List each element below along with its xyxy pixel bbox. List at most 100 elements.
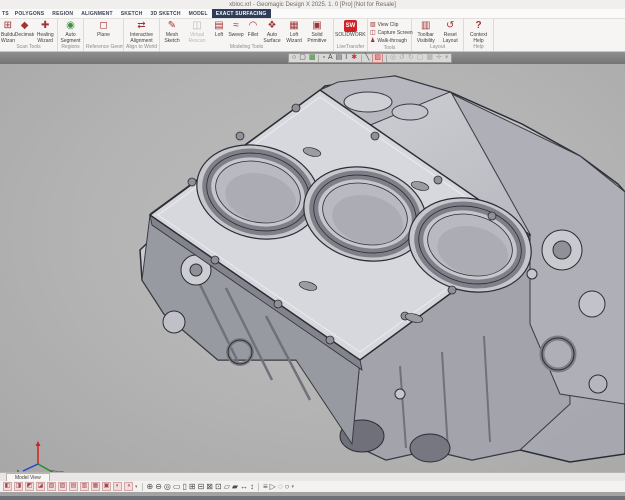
loft-wizard-button[interactable]: ▦ Loft Wizard — [283, 20, 305, 44]
view-back-icon[interactable]: ⊟ — [198, 482, 205, 491]
play-animation-icon[interactable]: ▷ — [270, 482, 276, 491]
loft-wizard-icon: ▦ — [289, 20, 298, 32]
buildup-wizard-button[interactable]: ⊞ Buildup Wizard — [1, 20, 15, 44]
auto-segment-button[interactable]: ◉ Auto Segment — [59, 20, 82, 44]
free-select-icon[interactable]: ▫ — [322, 54, 324, 62]
loft-button[interactable]: ▤ Loft — [211, 20, 227, 38]
walk-through-icon: ♟ — [370, 38, 375, 45]
view-left-icon[interactable]: ⊠ — [206, 482, 213, 491]
tab-polygons[interactable]: POLYGONS — [11, 9, 48, 18]
toolbar-divider — [142, 483, 143, 491]
engine-block-model[interactable] — [100, 64, 625, 472]
tab-region[interactable]: REGION — [48, 9, 77, 18]
fillet-button[interactable]: ◠ Fillet — [245, 20, 261, 38]
zoom-out-icon[interactable]: ⊖ — [155, 482, 162, 491]
bearing-arch — [410, 434, 450, 462]
view-clip-button[interactable]: ▧ View Clip — [370, 21, 409, 29]
view-right-icon[interactable]: ⊡ — [215, 482, 222, 491]
window-edge-strip — [0, 496, 625, 500]
selection-toolbar-band: ○ ▢ ▩ ▫ A ▤ I ✱ ╲ ▨ ◎ ↺ ↻ ▢ ▦ ✛ ▾ — [0, 52, 625, 64]
frame-view-icon: ▢ — [417, 54, 424, 62]
solidworks-button[interactable]: SW SOLIDWORKS — [335, 20, 366, 38]
tab-sketch[interactable]: SKETCH — [117, 9, 147, 18]
3d-viewport[interactable]: 70mm — [0, 64, 625, 472]
region-paint-icon[interactable]: ▨ — [372, 53, 383, 63]
more-dropdown-icon[interactable]: ▾ — [291, 484, 294, 490]
interactive-alignment-button[interactable]: ⇄ Interactive Alignment — [125, 20, 158, 44]
paint-select-icon[interactable]: ▩ — [309, 54, 316, 62]
tab-alignment[interactable]: ALIGNMENT — [77, 9, 117, 18]
shaded-edges-mode-icon[interactable]: ◪ — [36, 482, 45, 491]
group-modeling-tools: ✎ Mesh Sketch ◫ Virtual Rescan ▤ Loft ≈ … — [160, 19, 334, 51]
capture-screen-button[interactable]: ◫ Capture Screen — [370, 29, 409, 37]
view-top-icon[interactable]: ▱ — [224, 482, 230, 491]
auto-surface-button[interactable]: ❖ Auto Surface — [261, 20, 283, 44]
group-scan-tools: ⊞ Buildup Wizard ◆ Decimate ✚ Healing Wi… — [0, 19, 58, 51]
rectangle-select-icon[interactable]: ▢ — [299, 54, 306, 62]
plane-select-icon[interactable]: ▤ — [336, 54, 343, 62]
zoom-fit-icon[interactable]: ◎ — [164, 482, 171, 491]
buildup-wizard-icon: ⊞ — [4, 20, 12, 32]
selection-filter-icon[interactable]: ✱ — [350, 54, 358, 62]
tab-3d-sketch[interactable]: 3D SKETCH — [147, 9, 185, 18]
ribbon-tab-bar: TS POLYGONS REGION ALIGNMENT SKETCH 3D S… — [0, 9, 625, 19]
toolbar-visibility-button[interactable]: ▥ Toolbar Visibility — [413, 20, 438, 44]
auto-segment-icon: ◉ — [66, 20, 75, 32]
solid-primitive-icon: ▣ — [312, 20, 321, 32]
reference-view-icon[interactable]: ◌ — [278, 482, 283, 491]
group-tools: ▧ View Clip ◫ Capture Screen ♟ Walk-thro… — [368, 19, 412, 51]
curvature-mode-icon[interactable]: ▥ — [80, 482, 89, 491]
circle-view-icon[interactable]: ○ — [285, 482, 290, 491]
pan-icon[interactable]: ▯ — [182, 482, 186, 491]
selection-toolbar: ○ ▢ ▩ ▫ A ▤ I ✱ ╲ ▨ ◎ ↺ ↻ ▢ ▦ ✛ ▾ — [288, 53, 452, 63]
point-cloud-mode-icon[interactable]: ▧ — [47, 482, 56, 491]
walk-through-button[interactable]: ♟ Walk-through — [370, 37, 409, 45]
zoom-window-icon[interactable]: ▭ — [173, 482, 181, 491]
section-mode-icon[interactable]: ◐ — [113, 482, 122, 491]
healing-wizard-button[interactable]: ✚ Healing Wizard — [34, 20, 56, 44]
reset-layout-icon: ↺ — [446, 20, 454, 32]
ribbon: ⊞ Buildup Wizard ◆ Decimate ✚ Healing Wi… — [0, 19, 625, 52]
tab-model[interactable]: MODEL — [185, 9, 212, 18]
hidden-line-mode-icon[interactable]: ◨ — [14, 482, 23, 491]
zoom-in-icon[interactable]: ⊕ — [147, 482, 154, 491]
view-front-icon[interactable]: ⊞ — [189, 482, 196, 491]
tab-points-clipped[interactable]: TS — [0, 9, 11, 18]
sweep-button[interactable]: ≈ Sweep — [227, 20, 245, 38]
ibeam-select-icon[interactable]: I — [345, 54, 347, 62]
texture-mode-icon[interactable]: ▣ — [102, 482, 111, 491]
decimate-button[interactable]: ◆ Decimate — [15, 20, 35, 38]
mesh-sketch-button[interactable]: ✎ Mesh Sketch — [161, 20, 183, 44]
solid-primitive-button[interactable]: ▣ Solid Primitive — [305, 20, 329, 44]
shaded-mode-icon[interactable]: ◩ — [25, 482, 34, 491]
tab-exact-surfacing[interactable]: EXACT SURFACING — [212, 9, 271, 18]
rotate-horizontal-icon[interactable]: ↔ — [240, 482, 248, 491]
group-label-modeling-tools: Modeling Tools — [160, 44, 333, 51]
rotate-vertical-icon[interactable]: ↕ — [250, 482, 254, 491]
plane-button[interactable]: ◻ Plane — [89, 20, 119, 38]
scale-label: 70mm — [50, 470, 64, 472]
move-view-icon: ✛ — [436, 54, 442, 62]
silhouette-mode-icon[interactable]: ◑ — [124, 482, 133, 491]
grid-view-icon: ▦ — [426, 54, 433, 62]
window-titlebar: xbloc.xrl - Geomagic Design X 2025. 1. 0… — [0, 0, 625, 9]
virtual-rescan-icon: ◫ — [192, 20, 201, 32]
toolbar-divider — [361, 55, 362, 62]
deviation-mode-icon[interactable]: ▦ — [91, 482, 100, 491]
mesh-mode-icon[interactable]: ▨ — [58, 482, 67, 491]
line-tool-icon[interactable]: ╲ — [365, 54, 369, 62]
reset-layout-button[interactable]: ↺ Reset Layout — [438, 20, 462, 44]
circle-select-icon[interactable]: ○ — [292, 54, 296, 62]
coordinate-triad — [14, 440, 66, 472]
select-all-icon[interactable]: A — [328, 54, 333, 62]
loft-icon: ▤ — [214, 20, 223, 32]
wireframe-mode-icon[interactable]: ◧ — [3, 482, 12, 491]
mode-dropdown-icon[interactable]: ▾ — [135, 484, 138, 490]
region-mode-icon[interactable]: ▤ — [69, 482, 78, 491]
display-options-icon[interactable]: ≡ — [263, 482, 268, 491]
group-label-scan-tools: Scan Tools — [0, 44, 57, 51]
model-view-tab[interactable]: Model View — [6, 473, 50, 481]
context-help-button[interactable]: ? Context Help — [466, 20, 492, 44]
view-bottom-icon[interactable]: ▰ — [232, 482, 238, 491]
group-label-livetransfer: LiveTransfer — [334, 44, 367, 51]
